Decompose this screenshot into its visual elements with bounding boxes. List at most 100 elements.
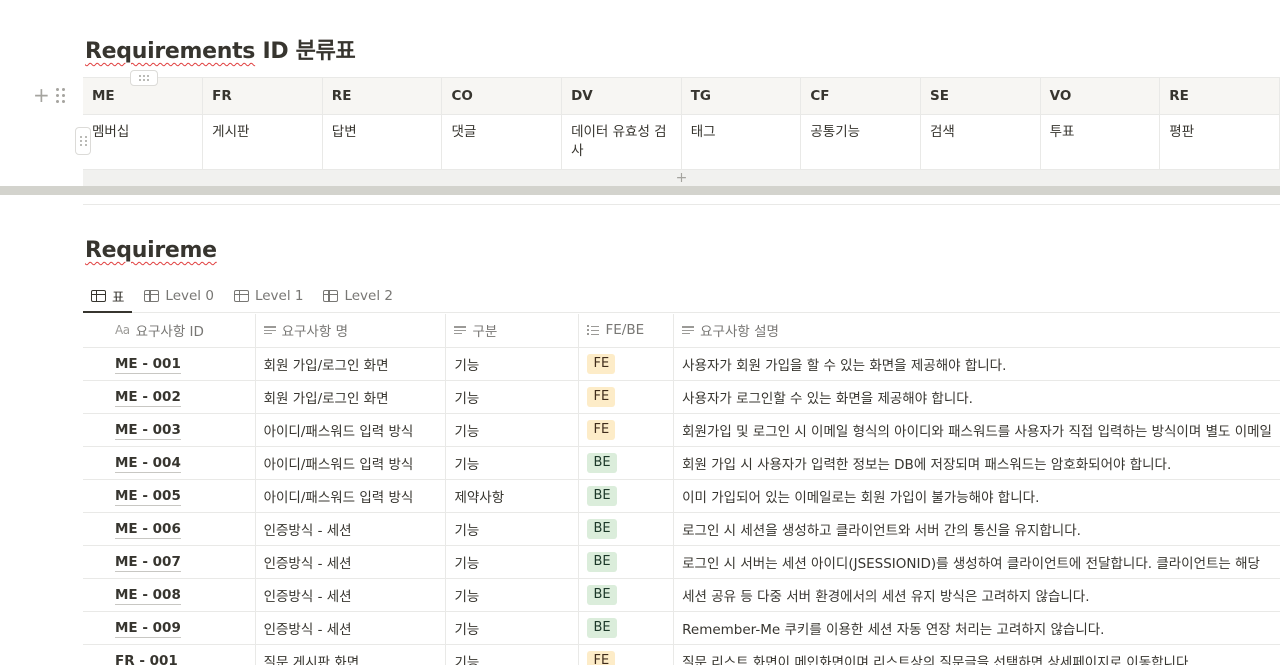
add-row-button[interactable]: + <box>83 170 1280 186</box>
requirement-id-cell[interactable]: FR - 001 <box>83 644 256 665</box>
requirement-desc-cell[interactable]: 질문 리스트 화면이 메인화면이며 리스트상의 질문글을 선택하면 상세페이지로… <box>673 644 1280 665</box>
requirement-name-cell[interactable]: 회원 가입/로그인 화면 <box>255 380 447 414</box>
column-header-desc[interactable]: 요구사항 설명 <box>673 314 1280 348</box>
column-header-id[interactable]: Aa 요구사항 ID <box>83 314 256 348</box>
table-row[interactable]: ME - 005 아이디/패스워드 입력 방식 제약사항 BE 이미 가입되어 있는 이… <box>83 479 1280 513</box>
requirement-type-cell[interactable]: 기능 <box>445 611 580 645</box>
requirement-id-link[interactable]: ME - 005 <box>115 487 181 506</box>
requirement-type-cell[interactable]: 기능 <box>445 545 580 579</box>
febe-cell[interactable]: FE <box>578 644 675 665</box>
requirement-type-cell[interactable]: 기능 <box>445 380 580 414</box>
category-code-cell[interactable]: DV <box>561 77 682 115</box>
table-row[interactable]: ME - 004 아이디/패스워드 입력 방식 기능 BE 회원 가입 시 사용자가 입… <box>83 446 1280 480</box>
row-drag-handle[interactable] <box>75 127 91 155</box>
table-row[interactable]: ME - 003 아이디/패스워드 입력 방식 기능 FE 회원가입 및 로그인 시 이… <box>83 413 1280 447</box>
requirement-id-cell[interactable]: ME - 006 <box>83 512 256 546</box>
requirement-name-cell[interactable]: 질문 게시판 화면 <box>255 644 447 665</box>
category-code-cell[interactable]: VO <box>1040 77 1161 115</box>
tab-table[interactable]: 표 <box>83 280 133 313</box>
requirement-id-cell[interactable]: ME - 003 <box>83 413 256 447</box>
requirement-type-cell[interactable]: 기능 <box>445 512 580 546</box>
table-row[interactable]: ME - 007 인증방식 - 세션 기능 BE 로그인 시 서버는 세션 아이디(JS… <box>83 545 1280 579</box>
category-code-cell[interactable]: RE <box>1159 77 1280 115</box>
requirement-name-cell[interactable]: 아이디/패스워드 입력 방식 <box>255 446 447 480</box>
requirement-desc-cell[interactable]: 사용자가 회원 가입을 할 수 있는 화면을 제공해야 합니다. <box>673 347 1280 381</box>
requirement-id-cell[interactable]: ME - 007 <box>83 545 256 579</box>
requirement-type-cell[interactable]: 기능 <box>445 347 580 381</box>
febe-cell[interactable]: BE <box>578 578 675 612</box>
requirement-id-cell[interactable]: ME - 005 <box>83 479 256 513</box>
category-name-cell[interactable]: 태그 <box>681 114 802 170</box>
requirement-desc-cell[interactable]: Remember-Me 쿠키를 이용한 세션 자동 연장 처리는 고려하지 않습… <box>673 611 1280 645</box>
requirement-id-cell[interactable]: ME - 009 <box>83 611 256 645</box>
column-header-name[interactable]: 요구사항 명 <box>255 314 447 348</box>
tab-level-1[interactable]: Level 1 <box>226 280 312 312</box>
category-code-cell[interactable]: SE <box>920 77 1041 115</box>
table-row[interactable]: ME - 001 회원 가입/로그인 화면 기능 FE 사용자가 회원 가입을 할 수 … <box>83 347 1280 381</box>
table-row[interactable]: ME - 008 인증방식 - 세션 기능 BE 세션 공유 등 다중 서버 환경에서의… <box>83 578 1280 612</box>
requirement-name-cell[interactable]: 회원 가입/로그인 화면 <box>255 347 447 381</box>
column-drag-handle[interactable] <box>130 70 158 86</box>
requirement-id-link[interactable]: FR - 001 <box>115 652 178 665</box>
febe-cell[interactable]: BE <box>578 611 675 645</box>
table-row[interactable]: ME - 006 인증방식 - 세션 기능 BE 로그인 시 세션을 생성하고 클라이언… <box>83 512 1280 546</box>
category-code-cell[interactable]: TG <box>681 77 802 115</box>
febe-cell[interactable]: BE <box>578 479 675 513</box>
requirement-desc-cell[interactable]: 세션 공유 등 다중 서버 환경에서의 세션 유지 방식은 고려하지 않습니다. <box>673 578 1280 612</box>
requirement-id-cell[interactable]: ME - 004 <box>83 446 256 480</box>
requirement-type-cell[interactable]: 제약사항 <box>445 479 580 513</box>
requirement-desc-cell[interactable]: 회원가입 및 로그인 시 이메일 형식의 아이디와 패스워드를 사용자가 직접 … <box>673 413 1280 447</box>
requirement-id-link[interactable]: ME - 001 <box>115 355 181 374</box>
requirement-name-cell[interactable]: 인증방식 - 세션 <box>255 545 447 579</box>
febe-cell[interactable]: BE <box>578 512 675 546</box>
requirement-id-link[interactable]: ME - 009 <box>115 619 181 638</box>
requirement-id-link[interactable]: ME - 002 <box>115 388 181 407</box>
febe-cell[interactable]: BE <box>578 446 675 480</box>
column-header-type[interactable]: 구분 <box>445 314 580 348</box>
requirement-id-link[interactable]: ME - 004 <box>115 454 181 473</box>
requirement-type-cell[interactable]: 기능 <box>445 413 580 447</box>
category-name-cell[interactable]: 공통기능 <box>800 114 921 170</box>
requirement-id-link[interactable]: ME - 006 <box>115 520 181 539</box>
febe-cell[interactable]: BE <box>578 545 675 579</box>
requirement-type-cell[interactable]: 기능 <box>445 578 580 612</box>
horizontal-scrollbar[interactable] <box>0 186 1280 195</box>
category-name-cell[interactable]: 게시판 <box>202 114 323 170</box>
requirement-name-cell[interactable]: 인증방식 - 세션 <box>255 512 447 546</box>
requirement-id-link[interactable]: ME - 008 <box>115 586 181 605</box>
add-block-icon[interactable]: + <box>33 85 50 105</box>
category-code-cell[interactable]: RE <box>322 77 443 115</box>
table-row[interactable]: ME - 009 인증방식 - 세션 기능 BE Remember-Me 쿠키를 이용한… <box>83 611 1280 645</box>
tab-level-2[interactable]: Level 2 <box>315 280 401 312</box>
table-row[interactable]: FR - 001 질문 게시판 화면 기능 FE 질문 리스트 화면이 메인화면이며 리… <box>83 644 1280 665</box>
category-name-cell[interactable]: 검색 <box>920 114 1041 170</box>
category-name-cell[interactable]: 멤버십 <box>83 114 204 170</box>
category-name-cell[interactable]: 댓글 <box>441 114 563 170</box>
requirement-id-link[interactable]: ME - 003 <box>115 421 181 440</box>
requirement-id-link[interactable]: ME - 007 <box>115 553 181 572</box>
requirements-id-heading[interactable]: Requirements ID 분류표 <box>85 33 356 65</box>
requirement-desc-cell[interactable]: 사용자가 로그인할 수 있는 화면을 제공해야 합니다. <box>673 380 1280 414</box>
requirement-desc-cell[interactable]: 로그인 시 세션을 생성하고 클라이언트와 서버 간의 통신을 유지합니다. <box>673 512 1280 546</box>
requirement-desc-cell[interactable]: 로그인 시 서버는 세션 아이디(JSESSIONID)를 생성하여 클라이언트… <box>673 545 1280 579</box>
category-code-cell[interactable]: CF <box>800 77 921 115</box>
requirement-desc-cell[interactable]: 이미 가입되어 있는 이메일로는 회원 가입이 불가능해야 합니다. <box>673 479 1280 513</box>
requirement-name-cell[interactable]: 아이디/패스워드 입력 방식 <box>255 413 447 447</box>
requirement-id-cell[interactable]: ME - 002 <box>83 380 256 414</box>
febe-cell[interactable]: FE <box>578 413 675 447</box>
requirement-id-cell[interactable]: ME - 001 <box>83 347 256 381</box>
requirements-database-title[interactable]: Requireme <box>85 238 217 263</box>
requirement-type-cell[interactable]: 기능 <box>445 446 580 480</box>
requirement-desc-cell[interactable]: 회원 가입 시 사용자가 입력한 정보는 DB에 저장되며 패스워드는 암호화되… <box>673 446 1280 480</box>
requirement-type-cell[interactable]: 기능 <box>445 644 580 665</box>
category-name-cell[interactable]: 답변 <box>322 114 443 170</box>
column-header-febe[interactable]: FE/BE <box>578 314 675 348</box>
category-name-cell[interactable]: 평판 <box>1159 114 1280 170</box>
tab-level-0[interactable]: Level 0 <box>136 280 222 312</box>
block-handle[interactable]: + <box>33 84 73 106</box>
requirement-id-cell[interactable]: ME - 008 <box>83 578 256 612</box>
requirement-name-cell[interactable]: 인증방식 - 세션 <box>255 578 447 612</box>
drag-handle-icon[interactable] <box>55 87 65 103</box>
category-code-cell[interactable]: FR <box>202 77 323 115</box>
febe-cell[interactable]: FE <box>578 347 675 381</box>
